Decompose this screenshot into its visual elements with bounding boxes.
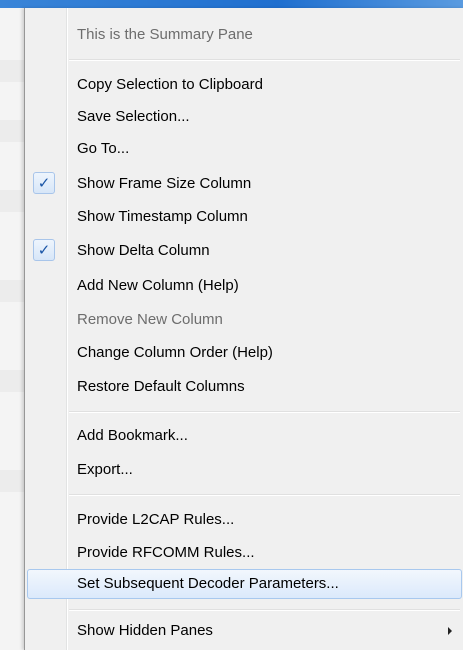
submenu-arrow-icon xyxy=(448,627,452,635)
menu-item-label: Export... xyxy=(77,461,133,478)
menu-item-label: Set Subsequent Decoder Parameters... xyxy=(77,575,339,592)
menu-header-summary-pane: This is the Summary Pane xyxy=(27,20,462,50)
context-menu: This is the Summary Pane Copy Selection … xyxy=(24,8,463,650)
menu-item-provide-l2cap-rules[interactable]: Provide L2CAP Rules... xyxy=(27,505,462,535)
menu-item-copy-selection[interactable]: Copy Selection to Clipboard xyxy=(27,70,462,100)
menu-item-label: Provide RFCOMM Rules... xyxy=(77,544,255,561)
menu-separator xyxy=(69,609,460,611)
menu-item-provide-rfcomm-rules[interactable]: Provide RFCOMM Rules... xyxy=(27,538,462,568)
menu-separator xyxy=(69,59,460,61)
menu-item-show-timestamp-column[interactable]: Show Timestamp Column xyxy=(27,202,462,232)
menu-separator xyxy=(69,411,460,413)
menu-item-label: Add New Column (Help) xyxy=(77,277,239,294)
menu-item-label: Restore Default Columns xyxy=(77,378,245,395)
menu-item-label: Provide L2CAP Rules... xyxy=(77,511,235,528)
menu-item-label: Save Selection... xyxy=(77,108,190,125)
menu-item-show-frame-size-column[interactable]: ✓ Show Frame Size Column xyxy=(27,169,462,199)
menu-item-set-subsequent-decoder-parameters[interactable]: Set Subsequent Decoder Parameters... xyxy=(27,569,462,599)
menu-item-label: Show Frame Size Column xyxy=(77,175,252,192)
menu-item-label: Change Column Order (Help) xyxy=(77,344,273,361)
menu-item-export[interactable]: Export... xyxy=(27,455,462,485)
background-title-strip xyxy=(0,0,463,8)
menu-item-label: Copy Selection to Clipboard xyxy=(77,76,263,93)
screen: This is the Summary Pane Copy Selection … xyxy=(0,0,463,650)
menu-item-restore-default-columns[interactable]: Restore Default Columns xyxy=(27,372,462,402)
checkmark-icon: ✓ xyxy=(33,172,55,194)
menu-item-label: Show Hidden Panes xyxy=(77,622,213,639)
menu-item-label: Show Delta Column xyxy=(77,242,210,259)
menu-item-add-bookmark[interactable]: Add Bookmark... xyxy=(27,421,462,451)
menu-item-remove-new-column: Remove New Column xyxy=(27,305,462,335)
menu-item-change-column-order[interactable]: Change Column Order (Help) xyxy=(27,338,462,368)
menu-separator xyxy=(69,494,460,496)
checkmark-icon: ✓ xyxy=(33,239,55,261)
menu-item-add-new-column[interactable]: Add New Column (Help) xyxy=(27,271,462,301)
menu-item-label: Show Timestamp Column xyxy=(77,208,248,225)
menu-item-show-delta-column[interactable]: ✓ Show Delta Column xyxy=(27,236,462,266)
menu-item-show-hidden-panes[interactable]: Show Hidden Panes xyxy=(27,616,462,646)
menu-item-go-to[interactable]: Go To... xyxy=(27,134,462,164)
menu-item-label: Add Bookmark... xyxy=(77,427,188,444)
menu-item-label: Remove New Column xyxy=(77,311,223,328)
menu-header-label: This is the Summary Pane xyxy=(77,26,253,43)
menu-item-label: Go To... xyxy=(77,140,130,157)
menu-item-save-selection[interactable]: Save Selection... xyxy=(27,102,462,132)
